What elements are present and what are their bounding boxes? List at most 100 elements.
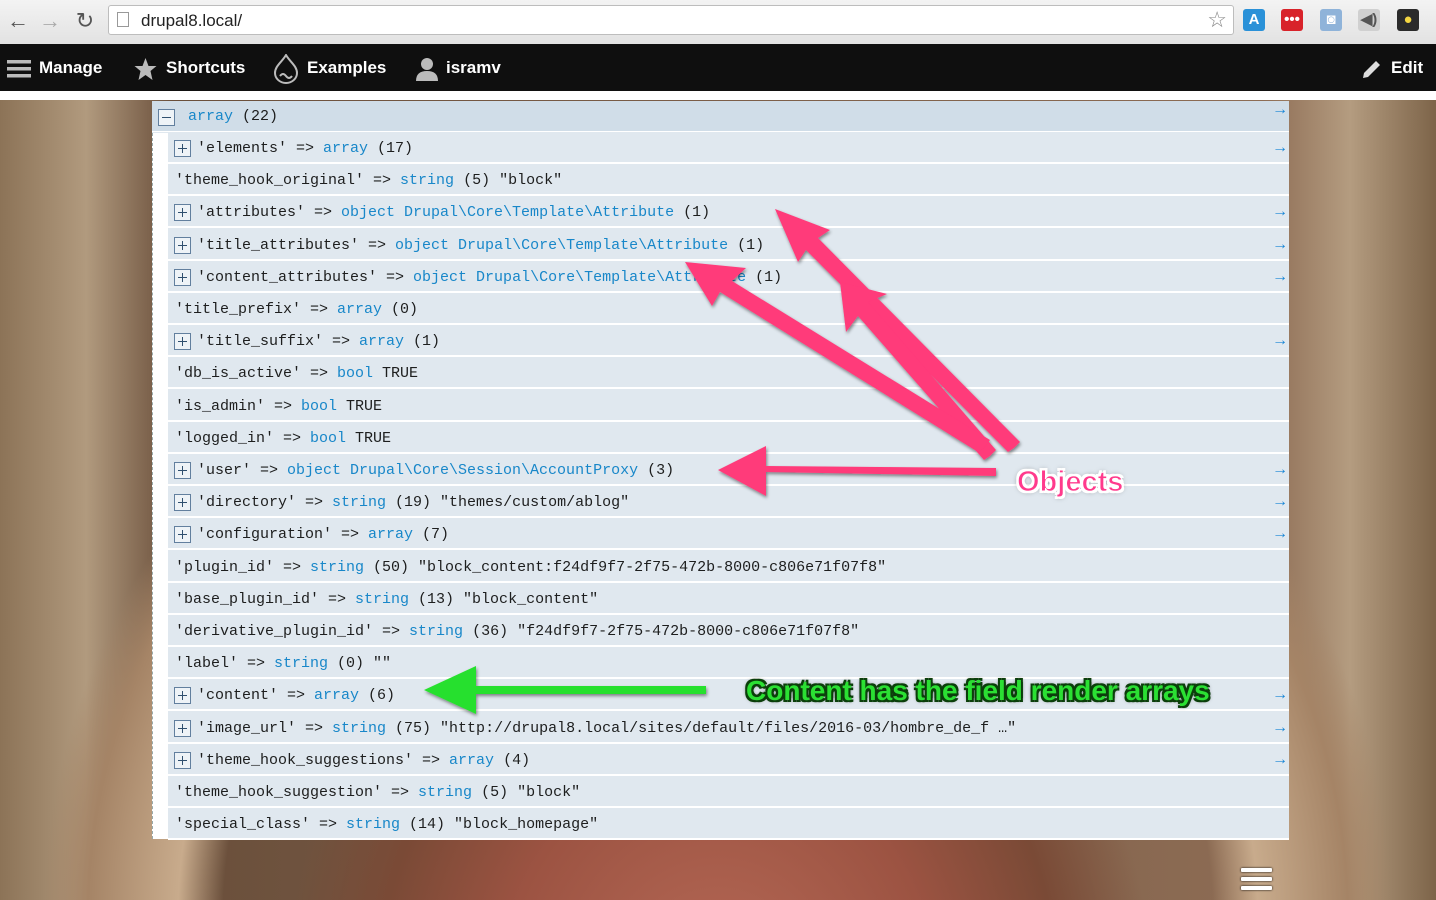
toolbar-edit[interactable]: Edit: [1361, 44, 1423, 91]
open-in-new-icon[interactable]: →: [1275, 680, 1285, 711]
kint-row-text: 'user' => object Drupal\Core\Session\Acc…: [197, 455, 674, 486]
bulb-icon[interactable]: ●: [1397, 9, 1419, 31]
expand-toggle-icon[interactable]: [174, 687, 191, 705]
expand-toggle-icon[interactable]: [174, 268, 191, 286]
kint-value: (1): [746, 268, 783, 286]
open-in-new-icon[interactable]: →: [1275, 197, 1285, 228]
toolbar-edit-label: Edit: [1391, 58, 1424, 77]
kint-key: 'directory' =>: [197, 494, 333, 512]
kint-row-text: 'theme_hook_suggestion' => string (5) "b…: [175, 777, 580, 808]
kint-value: (0): [382, 301, 419, 318]
kint-root-type: array: [188, 108, 234, 125]
camera-icon[interactable]: ◙: [1320, 9, 1342, 31]
expand-toggle-icon[interactable]: [174, 751, 191, 769]
annotation-objects-label: Objects: [1016, 466, 1124, 499]
open-in-new-icon[interactable]: →: [1275, 487, 1285, 518]
kint-row-text: 'attributes' => object Drupal\Core\Templ…: [197, 197, 710, 228]
forward-button[interactable]: →: [38, 8, 62, 34]
kint-row-text: 'is_admin' => bool TRUE: [175, 391, 382, 422]
kint-type: string: [355, 590, 410, 608]
open-in-new-icon[interactable]: →: [1275, 745, 1285, 776]
kint-row: 'is_admin' => bool TRUE: [168, 391, 1289, 422]
kint-row[interactable]: 'content_attributes' => object Drupal\Co…: [168, 262, 1289, 293]
expand-toggle-icon[interactable]: [174, 333, 191, 351]
kint-type: object Drupal\Core\Template\Attribute: [395, 236, 729, 254]
toolbar-user[interactable]: isramv: [416, 44, 501, 91]
kint-row[interactable]: 'title_attributes' => object Drupal\Core…: [168, 230, 1289, 261]
kint-value: (1): [404, 333, 441, 351]
expand-toggle-icon[interactable]: [174, 462, 191, 479]
kint-key: 'user' =>: [197, 462, 288, 479]
toolbar-manage[interactable]: Manage: [7, 44, 102, 91]
back-button[interactable]: ←: [6, 8, 30, 34]
expand-toggle-icon[interactable]: [174, 526, 191, 544]
kint-type: object Drupal\Core\Template\Attribute: [413, 268, 747, 286]
kint-row[interactable]: 'elements' => array (17) →: [168, 133, 1289, 164]
browser-toolbar: ← → ↻ drupal8.local/ ☆ A ••• ◙ ◀) ●: [0, 0, 1436, 45]
url-text[interactable]: drupal8.local/: [141, 11, 242, 31]
kint-value: (75) "http://drupal8.local/sites/default…: [386, 719, 1017, 737]
star-icon: [134, 57, 157, 80]
kint-row[interactable]: 'theme_hook_suggestions' => array (4) →: [168, 745, 1289, 776]
expand-toggle-icon[interactable]: [174, 236, 191, 254]
kint-row-text: 'image_url' => string (75) "http://drupa…: [197, 713, 1016, 744]
kint-type: array: [314, 687, 360, 705]
toolbar-examples[interactable]: Examples: [273, 44, 386, 91]
kint-type: array: [323, 140, 369, 157]
user-icon: [416, 57, 438, 81]
pencil-icon: [1363, 60, 1380, 78]
kint-row[interactable]: 'image_url' => string (75) "http://drupa…: [168, 713, 1289, 744]
open-in-new-icon[interactable]: →: [1275, 262, 1285, 293]
kint-value: (7): [413, 526, 450, 544]
kint-value: TRUE: [337, 397, 383, 415]
kint-key: 'plugin_id' =>: [175, 558, 311, 576]
kint-row: 'logged_in' => bool TRUE: [168, 423, 1289, 454]
open-in-new-icon[interactable]: →: [1275, 455, 1285, 486]
kint-row-text: 'title_attributes' => object Drupal\Core…: [197, 230, 764, 261]
kint-root-row[interactable]: array (22) →: [152, 101, 1289, 132]
kint-row[interactable]: 'configuration' => array (7) →: [168, 519, 1289, 551]
menu-icon[interactable]: [1241, 868, 1272, 895]
kint-value: (1): [674, 204, 711, 222]
kint-row[interactable]: 'attributes' => object Drupal\Core\Templ…: [168, 197, 1289, 229]
speaker-icon[interactable]: ◀): [1358, 9, 1380, 31]
lastpass-icon[interactable]: •••: [1281, 9, 1303, 31]
kint-key: 'label' =>: [175, 655, 275, 673]
kint-value: TRUE: [373, 365, 419, 383]
kint-row-text: 'plugin_id' => string (50) "block_conten…: [175, 552, 886, 583]
kint-row[interactable]: 'title_suffix' => array (1) →: [168, 326, 1289, 358]
kint-type: bool: [310, 429, 347, 447]
expand-toggle-icon[interactable]: [174, 140, 191, 157]
open-in-new-icon[interactable]: →: [1275, 326, 1285, 357]
toolbar-user-label: isramv: [446, 58, 501, 77]
kint-type: bool: [301, 397, 338, 415]
expand-toggle-icon[interactable]: [174, 719, 191, 737]
kint-value: (36) "f24df9f7-2f75-472b-8000-c806e71f07…: [463, 623, 860, 640]
collapse-toggle-icon[interactable]: [158, 109, 175, 126]
open-in-new-icon[interactable]: →: [1275, 230, 1285, 261]
kint-type: string: [346, 816, 401, 834]
expand-toggle-icon[interactable]: [174, 494, 191, 512]
a-extension-icon[interactable]: A: [1243, 9, 1265, 31]
kint-type: string: [418, 784, 473, 801]
bookmark-star-icon[interactable]: ☆: [1207, 7, 1227, 33]
kint-root-count: (22): [233, 108, 279, 125]
open-in-new-icon[interactable]: →: [1275, 133, 1285, 164]
toolbar-shortcuts[interactable]: Shortcuts: [133, 44, 245, 91]
kint-row-text: 'title_prefix' => array (0): [175, 294, 418, 325]
kint-row: 'derivative_plugin_id' => string (36) "f…: [168, 616, 1289, 647]
kint-key: 'title_suffix' =>: [197, 333, 360, 351]
open-in-new-icon[interactable]: →: [1275, 101, 1285, 119]
kint-value: (0) "": [328, 655, 392, 673]
address-bar[interactable]: drupal8.local/ ☆: [108, 5, 1234, 35]
kint-row: 'title_prefix' => array (0): [168, 294, 1289, 325]
kint-key: 'configuration' =>: [197, 526, 369, 544]
open-in-new-icon[interactable]: →: [1275, 519, 1285, 550]
reload-button[interactable]: ↻: [73, 8, 97, 34]
kint-type: string: [332, 719, 387, 737]
expand-toggle-icon[interactable]: [174, 204, 191, 222]
kint-row: 'theme_hook_suggestion' => string (5) "b…: [168, 777, 1289, 808]
kint-row-text: 'directory' => string (19) "themes/custo…: [197, 487, 629, 518]
kint-key: 'theme_hook_original' =>: [175, 172, 401, 190]
open-in-new-icon[interactable]: →: [1275, 713, 1285, 744]
